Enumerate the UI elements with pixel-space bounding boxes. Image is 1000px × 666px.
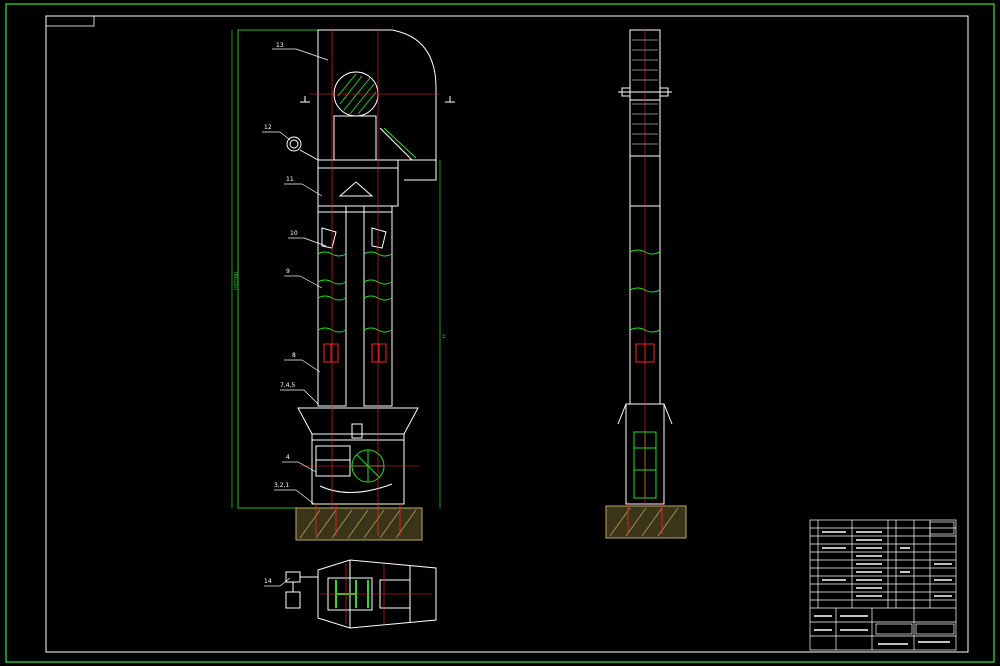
outer-frame <box>5 3 995 663</box>
cad-drawing-canvas: HTOTAL H 13 12 11 10 9 8 7,4,5 4 3,2,1 1… <box>5 3 995 663</box>
casing-deflector <box>338 181 374 197</box>
part-label-4: 4 <box>286 454 290 461</box>
part-label-9: 9 <box>286 268 290 275</box>
inner-frame <box>45 15 969 653</box>
section-breaks <box>317 251 393 333</box>
title-block-text-marks <box>814 531 952 645</box>
title-block <box>809 519 957 651</box>
discharge-chute-green <box>383 127 417 159</box>
discharge-outlet <box>392 159 437 181</box>
part-label-8: 8 <box>292 352 296 359</box>
discharge-chute <box>379 127 413 161</box>
foundation-front <box>295 507 423 541</box>
part-label-7-4-5: 7,4,5 <box>280 382 295 389</box>
part-label-14: 14 <box>264 578 272 585</box>
part-label-11: 11 <box>286 176 294 183</box>
feed-hopper <box>297 407 419 435</box>
part-label-13: 13 <box>276 42 284 49</box>
part-label-10: 10 <box>290 230 298 237</box>
dimension-total-text: HTOTAL <box>234 270 240 290</box>
head-support <box>333 115 377 161</box>
upper-casing <box>317 159 399 207</box>
part-number-labels: 13 12 11 10 9 8 7,4,5 4 3,2,1 14 <box>264 42 298 585</box>
boot-casing <box>311 433 405 505</box>
front-view: HTOTAL H <box>231 29 455 541</box>
head-hood <box>317 29 437 161</box>
buckets <box>321 227 387 249</box>
dimension-height-text: H <box>442 334 448 338</box>
part-label-3-2-1: 3,2,1 <box>274 482 289 489</box>
foundation-side <box>605 505 687 539</box>
part-label-12: 12 <box>264 124 272 131</box>
corner-label-box <box>45 15 95 27</box>
boot-trough <box>319 483 393 494</box>
plan-view <box>285 559 437 629</box>
plan-motor <box>285 571 301 583</box>
side-view <box>605 29 687 539</box>
